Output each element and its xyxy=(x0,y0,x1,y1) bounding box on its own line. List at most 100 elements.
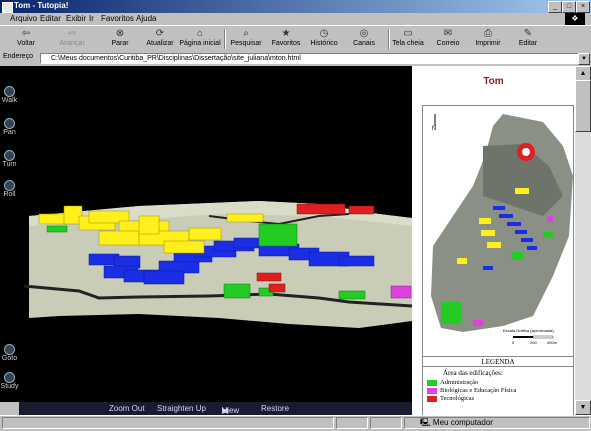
address-dropdown-button[interactable]: ▼ xyxy=(578,53,590,65)
address-input[interactable]: C:\Meus documentos\Curitiba_PR\Disciplin… xyxy=(40,53,587,64)
legend-subtitle: Área das edificações: xyxy=(443,369,503,377)
menu-ir[interactable]: Ir xyxy=(89,14,94,23)
pan-icon xyxy=(4,118,15,129)
refresh-button[interactable]: ⟳ Atualizar xyxy=(138,26,182,52)
turn-button[interactable]: Turn xyxy=(0,150,19,168)
close-button[interactable]: × xyxy=(576,1,590,13)
map-building-tecnologicas xyxy=(522,148,530,156)
map-building-humanas xyxy=(515,230,527,234)
forward-button[interactable]: ⇨ Avançar xyxy=(50,26,94,52)
computer-icon: 🖳 xyxy=(420,418,433,427)
building-tecnologicas xyxy=(256,272,282,282)
map-legend: LEGENDA Área das edificações: Administra… xyxy=(422,356,574,417)
straighten-up-button[interactable]: Straighten Up xyxy=(157,404,206,413)
print-button[interactable]: ⎙ Imprimir xyxy=(466,26,510,52)
scale-bar-segment xyxy=(532,335,554,339)
map-building-humanas xyxy=(527,246,537,250)
goto-button[interactable]: Goto xyxy=(0,344,19,362)
search-button[interactable]: ⌕ Pesquisar xyxy=(224,26,268,52)
history-button[interactable]: ◷ Histórico xyxy=(302,26,346,52)
walk-button[interactable]: Walk xyxy=(0,86,19,104)
map-building-humanas xyxy=(493,206,505,210)
menu-arquivo[interactable]: Arquivo xyxy=(10,14,37,23)
turn-icon xyxy=(4,150,15,161)
title-bar: Tom - Tutopia! _ □ × xyxy=(0,0,591,13)
pan-button[interactable]: Pan xyxy=(0,118,19,136)
menu-ajuda[interactable]: Ajuda xyxy=(136,14,156,23)
building-outros xyxy=(98,230,140,246)
home-icon: ⌂ xyxy=(196,28,204,39)
fullscreen-button[interactable]: ▭ Tela cheia xyxy=(386,26,430,52)
study-button[interactable]: Study xyxy=(0,372,19,390)
vrml-3d-viewport[interactable] xyxy=(19,66,413,402)
roll-icon xyxy=(4,180,15,191)
view-next-icon: ▶ xyxy=(222,406,229,415)
building-humanas xyxy=(338,255,375,267)
history-icon: ◷ xyxy=(319,28,329,39)
goto-label: Goto xyxy=(1,355,18,362)
back-button[interactable]: ⇦ Voltar xyxy=(4,26,48,52)
menu-exibir[interactable]: Exibir xyxy=(66,14,86,23)
print-button-label: Imprimir xyxy=(475,40,501,47)
legend-item-label: Administração xyxy=(440,379,479,386)
zone-text: Meu computador xyxy=(432,418,493,427)
menu-bar: Arquivo Editar Exibir Ir Favoritos Ajuda xyxy=(0,13,591,25)
map-building-outros xyxy=(487,242,501,248)
map-building-administracao xyxy=(543,232,553,238)
edit-button-label: Editar xyxy=(518,40,538,47)
mail-icon: ✉ xyxy=(443,28,453,39)
stop-button-label: Parar xyxy=(111,40,129,47)
legend-swatch xyxy=(427,379,437,386)
legend-title: LEGENDA xyxy=(423,358,573,367)
map-building-humanas xyxy=(499,214,513,218)
building-administracao xyxy=(46,225,68,233)
menu-favoritos[interactable]: Favoritos xyxy=(101,14,134,23)
mail-button[interactable]: ✉ Correio xyxy=(426,26,470,52)
edit-icon: ✎ xyxy=(523,28,533,39)
roll-label: Roll xyxy=(3,191,16,198)
legend-item-label: Tecnológicas xyxy=(440,395,475,402)
roll-button[interactable]: Roll xyxy=(0,180,19,198)
goto-icon xyxy=(4,344,15,355)
building-tecnologicas xyxy=(296,203,346,215)
fullscreen-icon: ▭ xyxy=(403,28,413,39)
channels-icon: ◎ xyxy=(359,28,369,39)
stop-button[interactable]: ⊗ Parar xyxy=(98,26,142,52)
vertical-scrollbar[interactable]: ▲ ▼ xyxy=(575,66,591,415)
pan-label: Pan xyxy=(3,129,16,136)
building-outros xyxy=(163,240,205,254)
restore-button[interactable]: Restore xyxy=(261,404,289,413)
building-humanas xyxy=(143,270,185,285)
maximize-button[interactable]: □ xyxy=(562,1,576,13)
map-pane: Tom N Escala Gráfica (aproximada) 0 200 … xyxy=(412,66,575,417)
map-title: Tom xyxy=(483,76,504,87)
window-title: Tom - Tutopia! xyxy=(14,1,69,10)
scroll-up-button[interactable]: ▲ xyxy=(575,66,591,81)
map-building-humanas xyxy=(483,266,493,270)
scale-bar: Escala Gráfica (aproximada) 0 200 400m xyxy=(503,328,558,345)
menu-editar[interactable]: Editar xyxy=(40,14,61,23)
walk-icon xyxy=(4,86,15,97)
campus-map-image: N Escala Gráfica (aproximada) 0 200 400m xyxy=(431,114,573,345)
minimize-button[interactable]: _ xyxy=(548,1,562,13)
home-button-label: Página inicial xyxy=(179,40,221,47)
home-button[interactable]: ⌂ Página inicial xyxy=(178,26,222,52)
campus-3d-scene xyxy=(19,66,413,402)
status-panel xyxy=(336,417,368,429)
search-icon: ⌕ xyxy=(243,28,249,39)
mail-button-label: Correio xyxy=(436,40,460,47)
address-label: Endereço xyxy=(3,53,33,60)
campus-map: N Escala Gráfica (aproximada) 0 200 400m xyxy=(422,105,574,358)
scale-tick: 0 xyxy=(512,340,515,345)
edit-button[interactable]: ✎ Editar xyxy=(506,26,550,52)
scale-caption: Escala Gráfica (aproximada) xyxy=(503,328,554,333)
zoom-out-button[interactable]: Zoom Out xyxy=(109,404,145,413)
building-outros xyxy=(226,213,264,223)
channels-button[interactable]: ◎ Canais xyxy=(342,26,386,52)
legend-item: Administração xyxy=(427,379,478,386)
scroll-down-button[interactable]: ▼ xyxy=(575,400,591,415)
map-building-biologicas xyxy=(547,216,553,222)
building-biologicas xyxy=(390,285,412,299)
scroll-thumb[interactable] xyxy=(575,80,591,132)
search-button-label: Pesquisar xyxy=(230,40,262,47)
